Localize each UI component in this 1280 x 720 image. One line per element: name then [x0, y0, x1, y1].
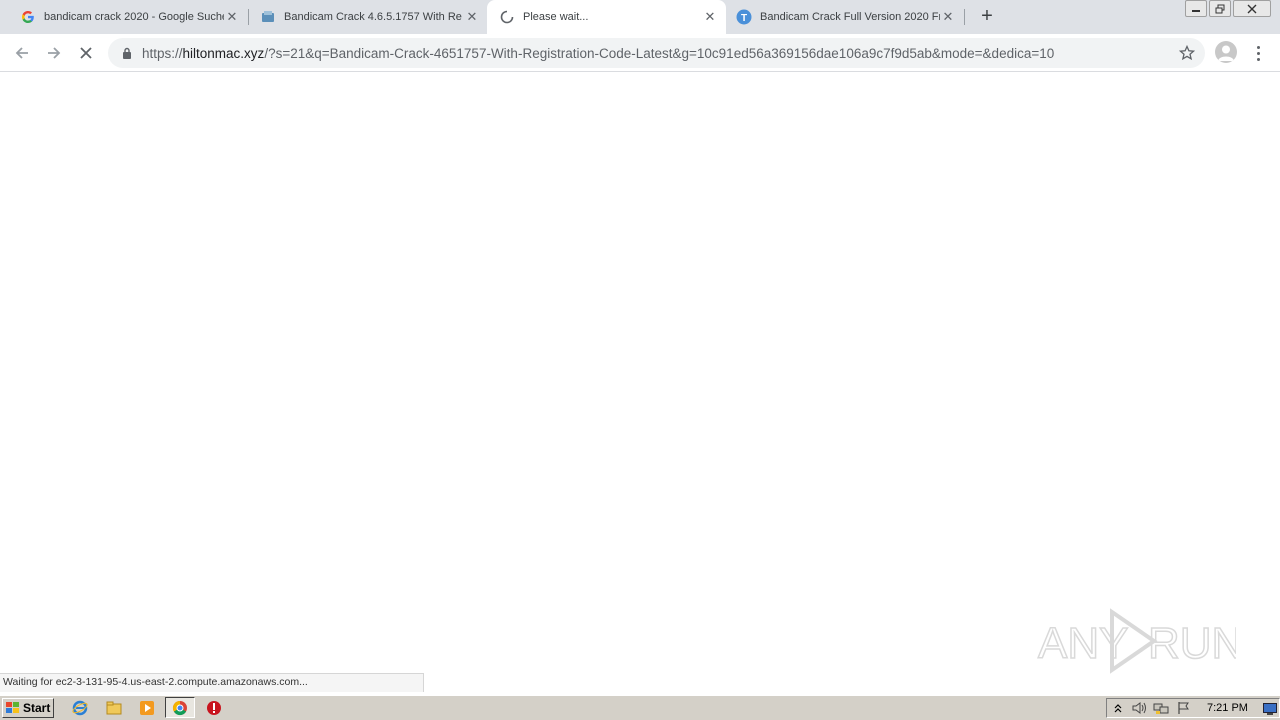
tab-strip: bandicam crack 2020 - Google Suche ✕ Ban…	[0, 0, 1280, 34]
tab-title: Bandicam Crack Full Version 2020 Fr	[760, 11, 940, 23]
tab-separator	[964, 9, 965, 25]
site-icon	[260, 9, 276, 25]
tab-title: Please wait...	[523, 11, 589, 23]
watermark-text-left: ANY	[1038, 619, 1128, 668]
t-icon: T	[736, 9, 752, 25]
forward-arrow-icon	[48, 47, 61, 59]
tab-close-icon[interactable]: ✕	[224, 9, 240, 25]
tab-title: Bandicam Crack 4.6.5.1757 With Re	[284, 11, 462, 23]
window-controls	[1183, 0, 1271, 17]
media-player-icon[interactable]	[137, 699, 157, 717]
close-window-button[interactable]	[1233, 0, 1271, 17]
tab-bandicam-crack[interactable]: Bandicam Crack 4.6.5.1757 With Re ✕	[240, 0, 488, 34]
status-bubble: Waiting for ec2-3-131-95-4.us-east-2.com…	[0, 673, 424, 692]
stop-x-icon	[80, 47, 92, 59]
internet-explorer-icon[interactable]	[70, 699, 90, 717]
url-scheme: https://	[142, 45, 183, 61]
url-text[interactable]: https://hiltonmac.xyz/?s=21&q=Bandicam-C…	[142, 46, 1162, 61]
bookmark-star-icon[interactable]	[1178, 44, 1196, 66]
page-content	[0, 72, 1280, 673]
browser-menu-icon[interactable]	[1250, 41, 1266, 65]
restore-button[interactable]	[1209, 0, 1231, 17]
tab-please-wait[interactable]: Please wait... ✕	[487, 0, 726, 34]
browser-toolbar: https://hiltonmac.xyz/?s=21&q=Bandicam-C…	[0, 34, 1280, 72]
network-icon[interactable]	[1153, 701, 1169, 720]
forward-button[interactable]	[42, 41, 66, 65]
antivirus-icon[interactable]	[204, 699, 224, 717]
back-arrow-icon	[15, 47, 28, 59]
start-label: Start	[23, 701, 51, 715]
url-path: /?s=21&q=Bandicam-Crack-4651757-With-Reg…	[264, 45, 1055, 61]
show-desktop-icon[interactable]	[1263, 702, 1277, 720]
system-tray: 7:21 PM	[1106, 698, 1280, 718]
clock[interactable]: 7:21 PM	[1207, 702, 1248, 714]
tab-google-search[interactable]: bandicam crack 2020 - Google Suche ✕	[0, 0, 248, 34]
tab-close-icon[interactable]: ✕	[464, 9, 480, 25]
svg-text:T: T	[741, 13, 747, 24]
anyrun-watermark: ANY RUN	[1036, 606, 1244, 676]
start-button[interactable]: Start	[2, 698, 54, 718]
tab-title: bandicam crack 2020 - Google Suche	[44, 11, 224, 23]
loading-spinner-icon	[499, 9, 515, 25]
watermark-text-right: RUN	[1148, 619, 1236, 668]
address-bar[interactable]: https://hiltonmac.xyz/?s=21&q=Bandicam-C…	[108, 38, 1205, 68]
chrome-taskbar-icon[interactable]	[165, 697, 195, 718]
back-button[interactable]	[10, 41, 34, 65]
show-hidden-icons-icon[interactable]	[1113, 701, 1123, 720]
volume-icon[interactable]	[1131, 701, 1147, 720]
stop-loading-button[interactable]	[74, 41, 98, 65]
url-host: hiltonmac.xyz	[182, 45, 265, 61]
new-tab-button[interactable]: +	[976, 5, 998, 27]
profile-avatar-icon[interactable]	[1215, 41, 1237, 63]
taskbar: Start 7:21 PM	[0, 695, 1280, 720]
tab-bandicam-full-version[interactable]: T Bandicam Crack Full Version 2020 Fr ✕	[716, 0, 964, 34]
action-center-flag-icon[interactable]	[1177, 701, 1191, 720]
tab-close-icon[interactable]: ✕	[940, 9, 956, 25]
lock-icon	[120, 46, 134, 60]
minimize-button[interactable]	[1185, 0, 1207, 17]
windows-logo-icon	[6, 702, 19, 713]
google-icon	[20, 9, 36, 25]
file-explorer-icon[interactable]	[104, 699, 124, 717]
